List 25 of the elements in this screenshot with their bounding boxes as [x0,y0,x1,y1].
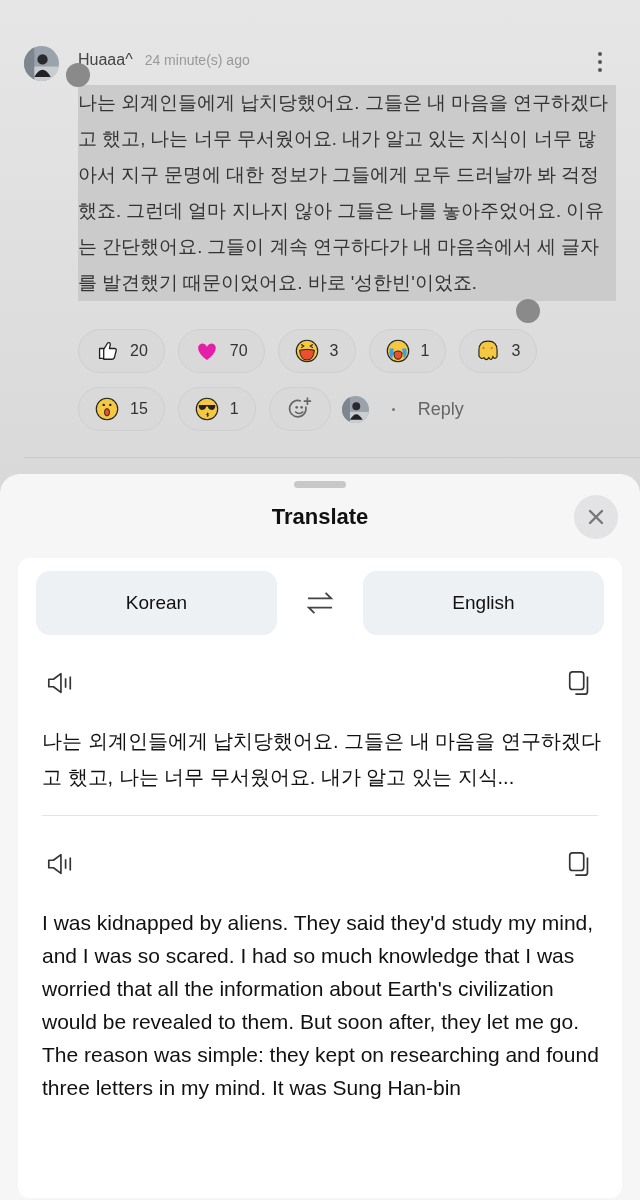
selection-handle[interactable] [66,63,90,87]
source-language-button[interactable]: Korean [36,571,277,635]
reaction-button[interactable]: 1 [177,387,256,431]
swap-icon[interactable] [305,590,335,616]
selection-handle[interactable] [516,299,540,323]
reaction-button[interactable]: 1 [368,329,447,373]
translated-text: I was kidnapped by aliens. They said they'd study my mind, and I was so scared. I had so much knowledge that I was worried that all the information about Earth's civilization would be revealed to them. But soon after, they let me go. The reason was simple: they kept on researching and found three letters in my mind. It was Sung Han-bin [42,910,600,1101]
username[interactable]: Huaaa^ [78,50,133,69]
sheet-title: Translate [271,504,369,530]
source-text: 나는 외계인들에게 납치당했어요. 그들은 내 마음을 연구하겠다고 했고, 나는 너무 무서웠어요. 내가 알고 있는 지식... [42,729,602,790]
reaction-button[interactable]: 3 [459,329,538,373]
reaction-button[interactable]: 15 [78,387,165,431]
separator-dot [391,407,395,411]
add-reaction-button[interactable] [268,387,331,431]
reaction-button[interactable]: 70 [177,329,265,373]
close-button[interactable] [574,495,618,539]
surprised-face-icon [93,395,121,423]
close-icon [586,507,606,527]
target-language-button[interactable]: English [363,571,604,635]
reply-link[interactable]: Reply [417,398,464,420]
comment-text: 나는 외계인들에게 납치당했어요. 그들은 내 마음을 연구하겠다고 했고, 나는 너무 무서웠어요. 내가 알고 있는 지식이 너무 많아서 지구 문명에 대한 정보가 그들에게 모두 드러날까 봐 걱정했죠. 그런데 얼마 지나지 않아 그들은 나를 놓아주었어요. 이유는 간단했어요. 그들이 계속 연구하다가 내 마음속에서 세 글자를 발견했기 때문이었어요. 바로 '성한빈'이었죠. [78,85,616,301]
timestamp: 24 minute(s) ago [144,51,250,68]
reaction-button[interactable]: 3 [277,329,356,373]
reaction-button[interactable]: 20 [78,329,165,373]
drag-handle[interactable] [294,481,346,488]
